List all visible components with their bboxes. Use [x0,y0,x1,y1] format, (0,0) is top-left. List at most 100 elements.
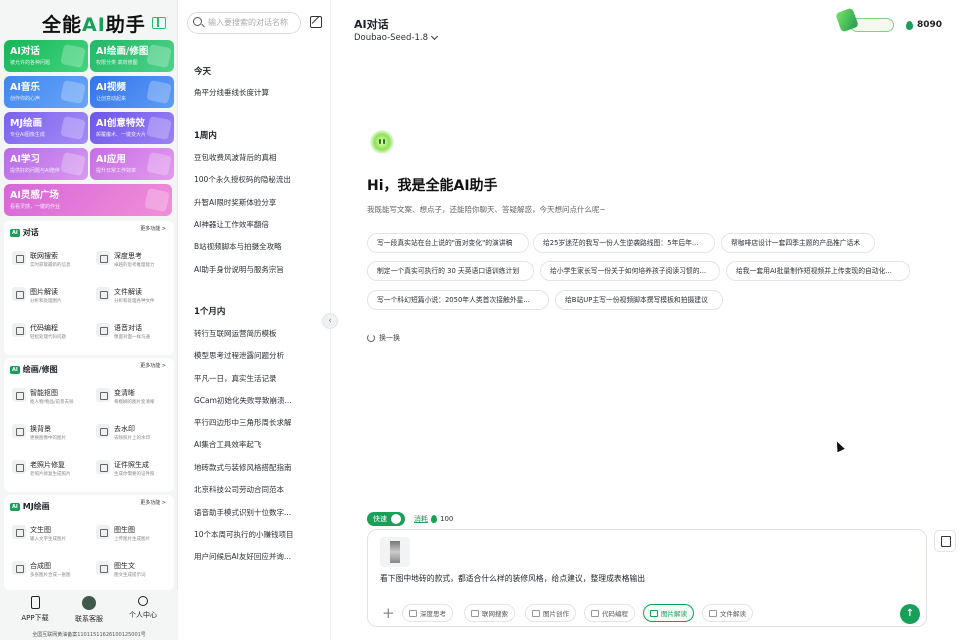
tool-voice-chat[interactable]: 语音对话 像面对面一样沟通 [96,323,150,340]
history-item[interactable]: 10个本周可执行的小赚钱项目 [194,529,324,540]
tool-photo-restore[interactable]: 老照片修复 老照片修复生成照片 [12,460,71,477]
profile-button[interactable]: 个人中心 [118,596,168,620]
app-download-button[interactable]: APP下载 [10,596,60,623]
tile-ai-chat[interactable]: AI对话 被允许的各种问题 [4,40,88,72]
film-illustration-icon [146,79,172,105]
history-item[interactable]: AI助手身份说明与服务宗旨 [194,264,324,275]
tool-image-to-text[interactable]: 图生文 图文生成提示词 [96,561,146,578]
tile-inspiration-square[interactable]: AI灵感广场 看看灵感，一键的作业 [4,184,172,216]
history-item[interactable]: 用户问候后AI友好回应并询... [194,551,324,562]
history-item[interactable]: 100个永久授权码的隐秘流出 [194,174,324,185]
phone-icon [30,596,40,609]
history-item[interactable]: 地砖款式与装修风格搭配指南 [194,462,324,473]
history-item[interactable]: 平凡一日，真实生活记录 [194,373,324,384]
suggestion-chip[interactable]: 写一个科幻短篇小说：2050年人类首次接触外星... [367,290,549,310]
refresh-suggestions-button[interactable]: 换一换 [367,333,400,343]
credit-balance[interactable]: 8090 [906,20,942,30]
code-icon [12,323,26,337]
tile-ai-video[interactable]: AI视频 让创意动起来 [90,76,174,108]
suggestion-chip[interactable]: 给我一套用AI批量制作短视频并上传变现的自动化... [726,261,910,281]
tool-code[interactable]: 代码编程 轻松处理代码问题 [12,323,66,340]
suggestion-chip[interactable]: 给B站UP主写一份视频脚本撰写模板和拍摄建议 [555,290,723,310]
add-attachment-icon[interactable]: + [382,606,395,621]
tool-id-photo[interactable]: 证件照生成 生成你需要的证件照 [96,460,155,477]
tool-toggle-file-read[interactable]: 文件解读 [702,604,753,622]
tool-change-background[interactable]: 换背景 更换图像中的图片 [12,424,66,441]
section-mj-header: AI MJ绘画 [10,502,50,511]
tool-text-to-image[interactable]: 文生图 输入文字生成图片 [12,525,66,542]
palette-illustration-icon [60,115,86,141]
tool-smart-cutout[interactable]: 智能抠图 抠人物/物品/前景去除 [12,388,74,405]
tile-ai-effects[interactable]: AI创意特效 颠覆魔术、一键变大片 [90,112,174,144]
section-painting-more-link[interactable]: 更多功能 > [140,362,166,369]
prompt-input[interactable]: 看下图中地砖的款式，都适合什么样的装修风格，给点建议，整理成表格输出 [380,573,645,584]
suggestion-chip[interactable]: 帮咖啡店设计一套四季主题的产品推广话术 [721,233,875,253]
customer-service-button[interactable]: 联系客服 [64,596,114,624]
model-selector[interactable]: Doubao-Seed-1.8 [354,32,439,43]
sidebar-toggle-icon[interactable] [152,17,166,29]
history-item[interactable]: 模型思考过程泄露问题分析 [194,350,324,361]
send-button[interactable]: ↑ [900,604,920,624]
history-item[interactable]: AI神器让工作效率翻倍 [194,219,324,230]
tool-image-read[interactable]: 图片解读 分析和处理图片 [12,287,62,304]
toggle-knob [391,514,401,524]
history-item[interactable]: 转行互联网运营简历模板 [194,328,324,339]
tile-ai-painting[interactable]: AI绘画/修图 权限分类 高效修图 [90,40,174,72]
brain-icon [96,251,110,265]
vip-badge[interactable] [835,7,894,34]
image-text-icon [96,561,110,575]
section-chat-more-link[interactable]: 更多功能 > [140,225,166,232]
tool-compose-image[interactable]: 合成图 多张图片合成一张图 [12,561,71,578]
new-chat-icon[interactable] [310,16,322,28]
suggestion-chip[interactable]: 给小学生家长写一份关于如何培养孩子阅读习惯的... [540,261,720,281]
image-icon [12,287,26,301]
tool-toggle-web-search[interactable]: 联网搜索 [464,604,515,622]
tool-deep-think[interactable]: 深度思考 卓越的思考推理能力 [96,251,155,268]
globe-icon [471,609,479,617]
suggestion-chip[interactable]: 制定一个真实可执行的 30 天英语口语训练计划 [367,261,534,281]
tile-ai-learning[interactable]: AI学习 提供好的问题与AI陪伴 [4,148,88,180]
background-icon [12,424,26,438]
history-item[interactable]: 语音助手模式识别十位数字... [194,507,324,518]
history-group-today: 今天 [194,67,212,77]
avatar [82,596,96,610]
brush-illustration-icon [146,43,172,69]
clipboard-icon[interactable] [934,530,956,552]
history-item[interactable]: 豆包收费风波背后的真相 [194,152,324,163]
history-item[interactable]: 平行四边形中三角形周长求解 [194,417,324,428]
tool-remove-watermark[interactable]: 去水印 去除照片上的水印 [96,424,150,441]
cutout-icon [12,388,26,402]
chevron-down-icon [430,32,439,41]
tile-ai-apps[interactable]: AI应用 提升日常工作效率 [90,148,174,180]
tool-toggle-image-read[interactable]: 图片解读 [643,604,694,622]
tool-toggle-code[interactable]: 代码编程 [584,604,635,622]
tool-file-read[interactable]: 文件解读 分析和处理各种文件 [96,287,155,304]
tile-mj-painting[interactable]: MJ绘画 专业AI图像生成 [4,112,88,144]
history-item[interactable]: 升智AI限时奖斯体验分享 [194,197,324,208]
section-chat-header: AI 对话 [10,228,39,237]
history-item[interactable]: 北京科技公司劳动合同范本 [194,484,324,495]
history-item[interactable]: B站视频脚本与拍摄全攻略 [194,241,324,252]
history-item[interactable]: GCam初始化失败导致崩溃... [194,395,324,406]
tool-toggle-image-create[interactable]: 图片创作 [525,604,576,622]
tile-ai-music[interactable]: AI音乐 创作你的心声 [4,76,88,108]
paperclip-icon [709,609,717,617]
attached-image-thumbnail[interactable] [380,537,410,567]
chat-input-box[interactable]: 看下图中地砖的款式，都适合什么样的装修风格，给点建议，整理成表格输出 + 深度思… [367,529,927,627]
suggestion-chip[interactable]: 给25岁迷茫的我写一份人生逆袭路线图：5年后年... [533,233,715,253]
app-window: 全能AI助手 AI对话 被允许的各种问题 AI绘画/修图 权限分类 高效修图 AI音… [0,0,964,640]
tool-web-search[interactable]: 联网搜索 实时获取最新的信息 [12,251,71,268]
tool-image-to-image[interactable]: 图生图 上传图片生成图片 [96,525,150,542]
tool-toggle-deep-think[interactable]: 深度思考 [402,604,453,622]
history-group-month: 1个月内 [194,307,226,317]
tool-enhance[interactable]: 变清晰 将模糊的图片变清晰 [96,388,155,405]
file-icon [96,287,110,301]
fast-mode-toggle[interactable]: 快速 [367,512,405,526]
enhance-icon [96,388,110,402]
section-mj-more-link[interactable]: 更多功能 > [140,499,166,506]
history-panel: 输入要搜索的对话名称 今天 角平分线垂线长度计算 1周内 豆包收费风波背后的真相… [179,0,331,640]
suggestion-chip[interactable]: 写一段真实站在台上说的"面对变化"的演讲稿 [367,233,529,253]
history-item[interactable]: AI集合工具效率起飞 [194,439,324,450]
search-input[interactable]: 输入要搜索的对话名称 [187,12,301,34]
history-item[interactable]: 角平分线垂线长度计算 [194,87,324,98]
